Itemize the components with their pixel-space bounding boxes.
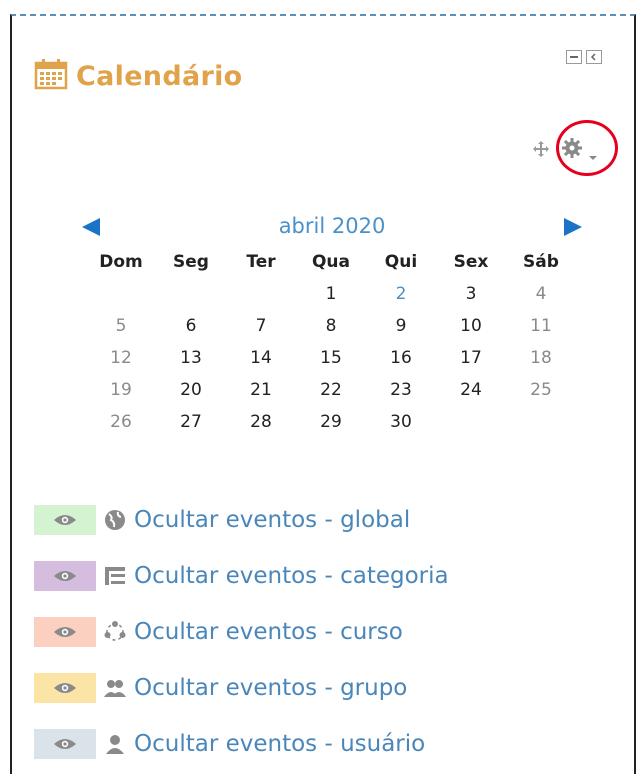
collapse-button[interactable] [566, 50, 582, 64]
globe-icon [100, 505, 130, 535]
legend-label[interactable]: Ocultar eventos - categoria [134, 563, 449, 589]
calendar-day[interactable]: 26 [86, 406, 156, 438]
legend-item-global[interactable]: Ocultar eventos - global [34, 492, 449, 548]
calendar-day[interactable]: 21 [226, 374, 296, 406]
block-title: Calendário [76, 60, 243, 92]
calendar-week: 12 13 14 15 16 17 18 [86, 342, 576, 374]
course-icon [100, 617, 130, 647]
eye-icon [54, 627, 76, 637]
calendar-week: 5 6 7 8 9 10 11 [86, 310, 576, 342]
calendar-day [156, 278, 226, 310]
user-icon [100, 729, 130, 759]
calendar-day [436, 406, 506, 438]
calendar-table: Dom Seg Ter Qua Qui Sex Sáb 1 2 3 4 5 6 … [86, 246, 576, 438]
move-icon[interactable] [532, 140, 550, 162]
calendar-day[interactable]: 4 [506, 278, 576, 310]
calendar-week: 19 20 21 22 23 24 25 [86, 374, 576, 406]
calendar-day [86, 278, 156, 310]
visibility-toggle[interactable] [34, 673, 96, 703]
group-icon [100, 673, 130, 703]
calendar-day[interactable]: 30 [366, 406, 436, 438]
weekday-label: Sex [453, 252, 489, 272]
calendar-day[interactable]: 9 [366, 310, 436, 342]
eye-icon [54, 515, 76, 525]
weekday-label: Ter [246, 252, 276, 272]
legend-label[interactable]: Ocultar eventos - usuário [134, 731, 425, 757]
legend-label[interactable]: Ocultar eventos - grupo [134, 675, 407, 701]
calendar-day[interactable]: 13 [156, 342, 226, 374]
calendar-day[interactable]: 25 [506, 374, 576, 406]
calendar-day[interactable]: 2 [366, 278, 436, 310]
block-controls [566, 50, 602, 64]
legend-item-group[interactable]: Ocultar eventos - grupo [34, 660, 449, 716]
eye-icon [54, 571, 76, 581]
weekday-label: Qui [384, 252, 418, 272]
calendar-day[interactable]: 12 [86, 342, 156, 374]
weekday-header: Dom Seg Ter Qua Qui Sex Sáb [86, 246, 576, 278]
legend-item-course[interactable]: Ocultar eventos - curso [34, 604, 449, 660]
next-month-icon[interactable] [564, 218, 582, 236]
visibility-toggle[interactable] [34, 561, 96, 591]
calendar-day[interactable]: 23 [366, 374, 436, 406]
weekday-label: Qua [311, 252, 351, 272]
visibility-toggle[interactable] [34, 617, 96, 647]
calendar-day[interactable]: 22 [296, 374, 366, 406]
calendar-day[interactable]: 28 [226, 406, 296, 438]
event-legend: Ocultar eventos - global Ocultar eventos… [34, 492, 449, 772]
calendar-day[interactable]: 1 [296, 278, 366, 310]
calendar-day[interactable]: 11 [506, 310, 576, 342]
legend-item-user[interactable]: Ocultar eventos - usuário [34, 716, 449, 772]
calendar-day[interactable]: 18 [506, 342, 576, 374]
calendar-day[interactable]: 5 [86, 310, 156, 342]
calendar-day[interactable]: 3 [436, 278, 506, 310]
legend-label[interactable]: Ocultar eventos - curso [134, 619, 403, 645]
calendar-day[interactable]: 8 [296, 310, 366, 342]
visibility-toggle[interactable] [34, 729, 96, 759]
calendar-week: 26 27 28 29 30 [86, 406, 576, 438]
calendar-day [226, 278, 296, 310]
calendar-day[interactable]: 19 [86, 374, 156, 406]
calendar-day[interactable]: 7 [226, 310, 296, 342]
calendar-day[interactable]: 14 [226, 342, 296, 374]
calendar-day[interactable]: 24 [436, 374, 506, 406]
weekday-label: Sáb [523, 252, 559, 272]
calendar-icon [34, 58, 68, 94]
block-header: Calendário [34, 58, 243, 94]
calendar-week: 1 2 3 4 [86, 278, 576, 310]
legend-label[interactable]: Ocultar eventos - global [134, 507, 410, 533]
calendar-day[interactable]: 16 [366, 342, 436, 374]
calendar-day[interactable]: 10 [436, 310, 506, 342]
calendar-day[interactable]: 17 [436, 342, 506, 374]
calendar-day[interactable]: 6 [156, 310, 226, 342]
month-navigation: abril 2020 [82, 214, 582, 240]
annotation-circle [556, 120, 618, 176]
visibility-toggle[interactable] [34, 505, 96, 535]
legend-item-category[interactable]: Ocultar eventos - categoria [34, 548, 449, 604]
eye-icon [54, 683, 76, 693]
calendar-day[interactable]: 29 [296, 406, 366, 438]
calendar-day[interactable]: 27 [156, 406, 226, 438]
eye-icon [54, 739, 76, 749]
category-icon [100, 561, 130, 591]
calendar-day[interactable]: 15 [296, 342, 366, 374]
calendar-day[interactable]: 20 [156, 374, 226, 406]
month-label[interactable]: abril 2020 [82, 214, 582, 238]
dock-button[interactable] [586, 50, 602, 64]
weekday-label: Seg [173, 252, 209, 272]
calendar-day [506, 406, 576, 438]
weekday-label: Dom [99, 252, 143, 272]
